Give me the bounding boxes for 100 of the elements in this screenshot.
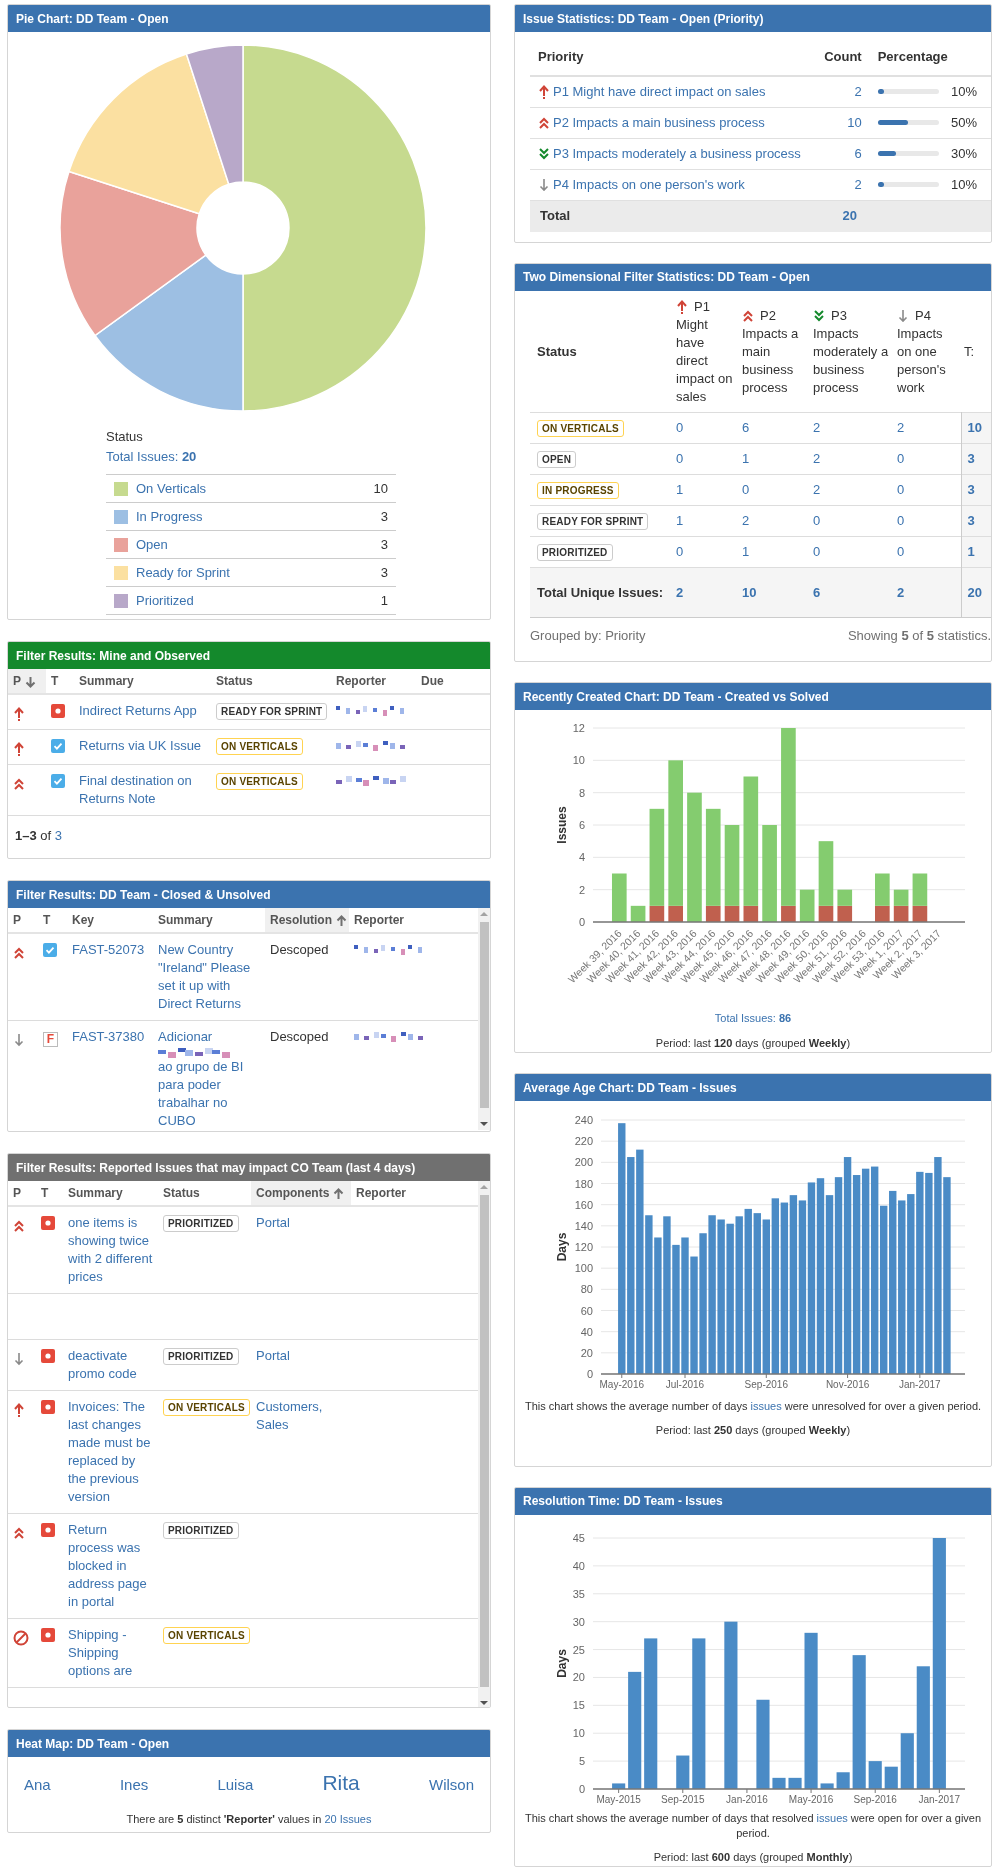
- column-header[interactable]: Reporter: [351, 1181, 478, 1206]
- chart-description: This chart shows the average number of days issues were unresolved for over a given period.: [523, 1399, 983, 1415]
- feature-type-icon: F: [43, 1031, 58, 1047]
- priority-label: Impacts a main business process: [742, 324, 800, 397]
- priority-link[interactable]: P4 Impacts on one person's work: [553, 174, 745, 195]
- column-header[interactable]: T: [36, 1181, 63, 1206]
- column-header[interactable]: Due: [416, 669, 490, 694]
- issue-summary-link[interactable]: deactivate promo code: [68, 1347, 153, 1383]
- issue-summary-link[interactable]: one items is showing twice with 2 different prices: [68, 1214, 153, 1286]
- status-lozenge: PRIORITIZED: [163, 1215, 239, 1232]
- column-header[interactable]: Components: [251, 1181, 351, 1206]
- tick-label: 10: [572, 1726, 585, 1739]
- legend-title: Status: [106, 428, 144, 446]
- column-header[interactable]: Reporter: [331, 669, 416, 694]
- gadget-title: Filter Results: Reported Issues that may impact CO Team (last 4 days): [8, 1154, 490, 1181]
- total-issues-text: Total Issues: 20: [106, 447, 198, 466]
- reporter-link[interactable]: Wilson: [428, 1774, 474, 1797]
- gadget-title: Issue Statistics: DD Team - Open (Priority): [515, 5, 991, 32]
- component-link[interactable]: Portal: [256, 1214, 346, 1232]
- column-header[interactable]: Summary: [63, 1181, 158, 1206]
- issue-summary-link[interactable]: Return process was blocked in address page in portal: [68, 1521, 153, 1611]
- table-cell: 0: [673, 412, 739, 444]
- issue-summary-link[interactable]: Adicionar ao grupo de BI para poder trabalhar no CUBO: [158, 1028, 260, 1130]
- column-header[interactable]: P: [8, 1181, 36, 1206]
- component-link[interactable]: Customers, Sales: [256, 1398, 346, 1434]
- issue-summary-link[interactable]: Invoices: The last changes made must be replaced by the previous version: [68, 1398, 153, 1506]
- issue-key-link[interactable]: FAST-52073: [72, 942, 145, 957]
- reporter-link[interactable]: Ana: [24, 1774, 51, 1797]
- reporter-link[interactable]: Rita: [322, 1767, 360, 1799]
- tick-label: Jan-2017: [918, 1793, 961, 1805]
- gadget-title: Resolution Time: DD Team - Issues: [515, 1487, 991, 1515]
- page-link[interactable]: 3: [54, 828, 63, 843]
- issue-key-link[interactable]: FAST-37380: [72, 1029, 145, 1044]
- tick-label: 15: [572, 1699, 585, 1712]
- bar: [884, 1766, 898, 1789]
- status-lozenge: ON VERTICALS: [163, 1399, 250, 1416]
- tick-label: Jan-2017: [899, 1379, 941, 1391]
- issue-summary-link[interactable]: Final destination on Returns Note: [79, 772, 206, 808]
- legend-link[interactable]: On Verticals: [136, 478, 374, 499]
- column-header[interactable]: Summary: [74, 669, 211, 694]
- axis-title: Days: [555, 1648, 569, 1678]
- status-lozenge: PRIORITIZED: [537, 544, 613, 562]
- tick-label: 5: [578, 1754, 585, 1767]
- bar: [836, 1771, 850, 1789]
- column-header: Count: [808, 38, 864, 76]
- reporter-link[interactable]: Luisa: [217, 1774, 254, 1797]
- scrollbar[interactable]: [478, 908, 490, 1130]
- tick-label: 45: [572, 1531, 585, 1544]
- issue-summary-link[interactable]: Indirect Returns App: [79, 702, 206, 720]
- reporter-link[interactable]: Ines: [119, 1774, 149, 1797]
- issues-link[interactable]: issues: [816, 1811, 848, 1824]
- total-issues-link[interactable]: Total Issues: 86: [714, 1010, 792, 1027]
- tick-label: 10: [572, 754, 585, 767]
- tick-label: 240: [574, 1114, 593, 1127]
- column-header[interactable]: Status: [158, 1181, 251, 1206]
- bar: [676, 1755, 690, 1789]
- column-header[interactable]: T: [38, 908, 67, 933]
- tick-label: 160: [574, 1199, 593, 1212]
- column-header[interactable]: Summary: [153, 908, 265, 933]
- column-header[interactable]: T: [46, 669, 74, 694]
- component-link[interactable]: Portal: [256, 1347, 346, 1365]
- table-cell: 0: [739, 474, 810, 506]
- column-header[interactable]: Status: [211, 669, 331, 694]
- tick-label: May-2016: [788, 1793, 834, 1805]
- tick-label: 2: [578, 883, 585, 896]
- priority-link[interactable]: P1 Might have direct impact on sales: [553, 82, 766, 102]
- column-header[interactable]: P: [8, 669, 46, 694]
- issues-link[interactable]: issues: [750, 1400, 782, 1413]
- legend-link[interactable]: Ready for Sprint: [136, 562, 381, 583]
- priority-code: P4: [915, 306, 931, 325]
- table-cell: 10: [739, 567, 810, 618]
- table-cell: 3: [961, 443, 991, 475]
- issue-summary-link[interactable]: Shipping - Shipping options are: [68, 1626, 153, 1680]
- tick-label: Jul-2016: [665, 1379, 705, 1391]
- gadget-title: Average Age Chart: DD Team - Issues: [515, 1074, 991, 1102]
- legend-link[interactable]: In Progress: [136, 506, 381, 527]
- issues-link[interactable]: 20 Issues: [324, 1812, 372, 1825]
- tick-label: 20: [572, 1671, 585, 1684]
- tick-label: 35: [572, 1587, 585, 1600]
- issue-summary-link[interactable]: Returns via UK Issue: [79, 737, 206, 755]
- table-cell: 0: [673, 443, 739, 475]
- legend-link[interactable]: Open: [136, 534, 381, 555]
- status-lozenge: READY FOR SPRINT: [537, 513, 649, 531]
- scrollbar[interactable]: [478, 1181, 490, 1707]
- column-header[interactable]: Resolution: [265, 908, 349, 933]
- column-header[interactable]: Key: [67, 908, 153, 933]
- table-cell: 2: [808, 169, 864, 200]
- legend-link[interactable]: Prioritized: [136, 590, 381, 611]
- column-header[interactable]: Reporter: [349, 908, 478, 933]
- table-cell: 0: [894, 443, 961, 475]
- tick-label: 40: [580, 1326, 593, 1339]
- status-lozenge: IN PROGRESS: [537, 482, 619, 500]
- column-header[interactable]: P: [8, 908, 38, 933]
- percentage-text: 50%: [950, 113, 978, 132]
- table-cell: 2: [894, 567, 961, 618]
- issue-summary-link[interactable]: New Country "Ireland" Please set it up with Direct Returns: [158, 941, 260, 1013]
- status-lozenge: PRIORITIZED: [163, 1522, 239, 1539]
- priority-link[interactable]: P3 Impacts moderately a business process: [553, 143, 801, 164]
- priority-link[interactable]: P2 Impacts a main business process: [553, 112, 765, 133]
- priority-label: Impacts moderately a business process: [813, 324, 890, 397]
